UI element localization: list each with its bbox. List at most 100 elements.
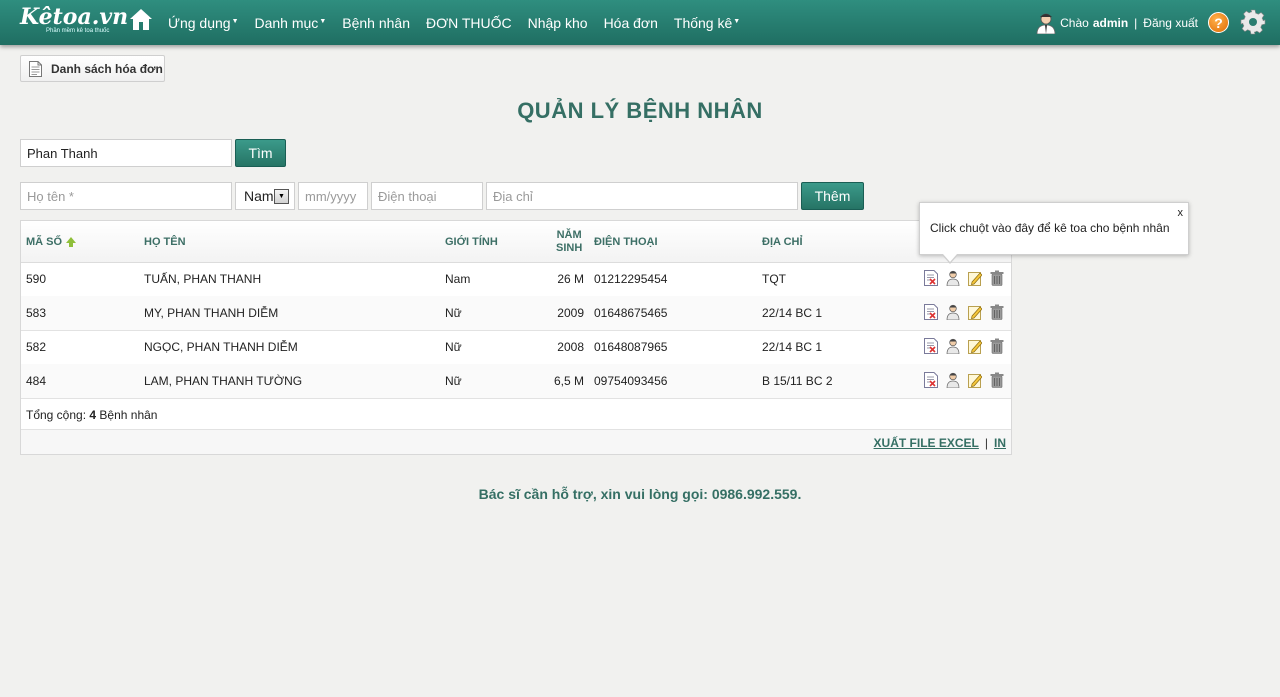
cell-address: B 15/11 BC 2 [762,374,833,388]
search-input[interactable] [20,139,232,167]
table-row[interactable]: 484 LAM, PHAN THANH TƯỜNG Nữ 6,5 M 09754… [21,364,1011,399]
nav-benh-nhan[interactable]: Bệnh nhân [342,15,410,31]
logo-tagline: Phần mềm kê toa thuốc [46,28,110,34]
cell-id: 582 [26,340,47,354]
prescription-icon[interactable] [924,372,938,388]
cell-gender: Nữ [445,340,462,354]
invoice-list-button[interactable]: Danh sách hóa đơn [20,55,165,82]
home-icon[interactable] [129,7,153,31]
col-header-phone[interactable]: ĐIỆN THOẠI [594,236,658,248]
cell-birth: 26 M [557,272,584,286]
cell-id: 590 [26,272,47,286]
cell-address: TQT [762,272,786,286]
cell-name: TUẤN, PHAN THANH [144,272,262,286]
logo[interactable]: Kêtoa.vn Phần mềm kê toa thuốc [20,4,128,38]
doctor-icon[interactable] [946,338,960,354]
tooltip-text: Click chuột vào đây để kê toa cho bệnh n… [930,221,1170,235]
nav-don-thuoc[interactable]: ĐƠN THUỐC [426,15,512,31]
caret-down-icon: ▼ [733,17,741,25]
link-separator: | [984,436,988,450]
col-header-name[interactable]: HỌ TÊN [144,236,186,248]
edit-icon[interactable] [968,304,982,320]
row-actions [924,304,1012,320]
cell-phone: 01648675465 [594,306,668,320]
cell-phone: 09754093456 [594,374,668,388]
col-header-id[interactable]: MÃ SỐ [26,236,77,248]
greeting-label: Chào [1060,15,1089,30]
gender-select[interactable]: Nam ▼ [235,182,295,210]
username: admin [1092,15,1129,30]
sort-up-icon [66,237,77,247]
cell-name: NGỌC, PHAN THANH DIỄM [144,340,298,354]
caret-down-icon: ▼ [231,17,239,25]
help-icon[interactable]: ? [1208,12,1229,33]
dropdown-arrow-icon[interactable]: ▼ [274,189,289,204]
doctor-icon[interactable] [946,270,960,286]
row-actions [924,372,1012,388]
cell-name: LAM, PHAN THANH TƯỜNG [144,374,303,388]
trash-icon[interactable] [990,338,1004,354]
patient-table: MÃ SỐ HỌ TÊN GIỚI TÍNH NĂM SINH ĐIỆN THOẠ… [20,220,1012,455]
user-separator: | [1134,15,1138,30]
nav-ung-dung[interactable]: Ứng dụng▼ [168,15,239,31]
prescription-icon[interactable] [924,270,938,286]
trash-icon[interactable] [990,304,1004,320]
cell-phone: 01212295454 [594,272,668,286]
cell-address: 22/14 BC 1 [762,340,823,354]
doctor-avatar-icon [1036,13,1056,34]
table-row[interactable]: 590 TUẤN, PHAN THANH Nam 26 M 0121229545… [21,262,1011,297]
tooltip-close-button[interactable]: x [1178,207,1184,219]
cell-gender: Nữ [445,374,462,388]
export-links: XUẤT FILE EXCEL | IN [874,436,1006,450]
trash-icon[interactable] [990,270,1004,286]
add-button[interactable]: Thêm [801,182,864,210]
cell-address: 22/14 BC 1 [762,306,823,320]
nav-hoa-don[interactable]: Hóa đơn [604,15,658,31]
main-nav: Ứng dụng▼ Danh mục▼ Bệnh nhân ĐƠN THUỐC … [168,0,756,45]
col-header-gender[interactable]: GIỚI TÍNH [445,236,498,248]
tooltip-arrow-inner [943,254,957,262]
document-icon [29,60,42,77]
address-input[interactable] [486,182,798,210]
gender-value: Nam [244,188,274,204]
phone-input[interactable] [371,182,483,210]
doctor-icon[interactable] [946,372,960,388]
export-excel-link[interactable]: XUẤT FILE EXCEL [874,436,979,450]
doctor-icon[interactable] [946,304,960,320]
total-row: Tổng cộng: 4 Bệnh nhân [21,398,1011,430]
cell-id: 484 [26,374,47,388]
invoice-list-label: Danh sách hóa đơn [51,61,163,76]
edit-icon[interactable] [968,338,982,354]
cell-birth: 2008 [557,340,584,354]
cell-phone: 01648087965 [594,340,668,354]
top-navbar: Kêtoa.vn Phần mềm kê toa thuốc Ứng dụng▼… [0,0,1280,45]
prescription-icon[interactable] [924,338,938,354]
search-button[interactable]: Tìm [235,139,286,167]
nav-danh-muc[interactable]: Danh mục▼ [255,15,327,31]
row-actions [924,338,1012,354]
cell-gender: Nữ [445,306,462,320]
nav-thong-ke[interactable]: Thống kê▼ [674,15,740,31]
page-title: QUẢN LÝ BỆNH NHÂN [517,98,763,123]
prescription-icon[interactable] [924,304,938,320]
gear-icon[interactable] [1240,9,1266,35]
trash-icon[interactable] [990,372,1004,388]
table-footer: XUẤT FILE EXCEL | IN [21,430,1011,454]
logo-text: Kêtoa.vn [20,4,129,30]
nav-nhap-kho[interactable]: Nhập kho [528,15,588,31]
prescription-tooltip: x Click chuột vào đây để kê toa cho bệnh… [919,202,1189,264]
birth-input[interactable] [298,182,368,210]
edit-icon[interactable] [968,372,982,388]
print-link[interactable]: IN [994,436,1006,450]
user-area: Chào admin | Đăng xuất [1035,0,1198,45]
logout-link[interactable]: Đăng xuất [1143,16,1198,30]
edit-icon[interactable] [968,270,982,286]
table-row[interactable]: 583 MY, PHAN THANH DIỄM Nữ 2009 01648675… [21,296,1011,331]
name-input[interactable] [20,182,232,210]
row-actions [924,270,1012,286]
col-header-address[interactable]: ĐỊA CHỈ [762,236,803,248]
col-header-birth[interactable]: NĂM SINH [556,229,582,255]
cell-birth: 2009 [557,306,584,320]
support-message: Bác sĩ cần hỗ trợ, xin vui lòng gọi: 098… [478,486,802,502]
table-row[interactable]: 582 NGỌC, PHAN THANH DIỄM Nữ 2008 016480… [21,330,1011,365]
